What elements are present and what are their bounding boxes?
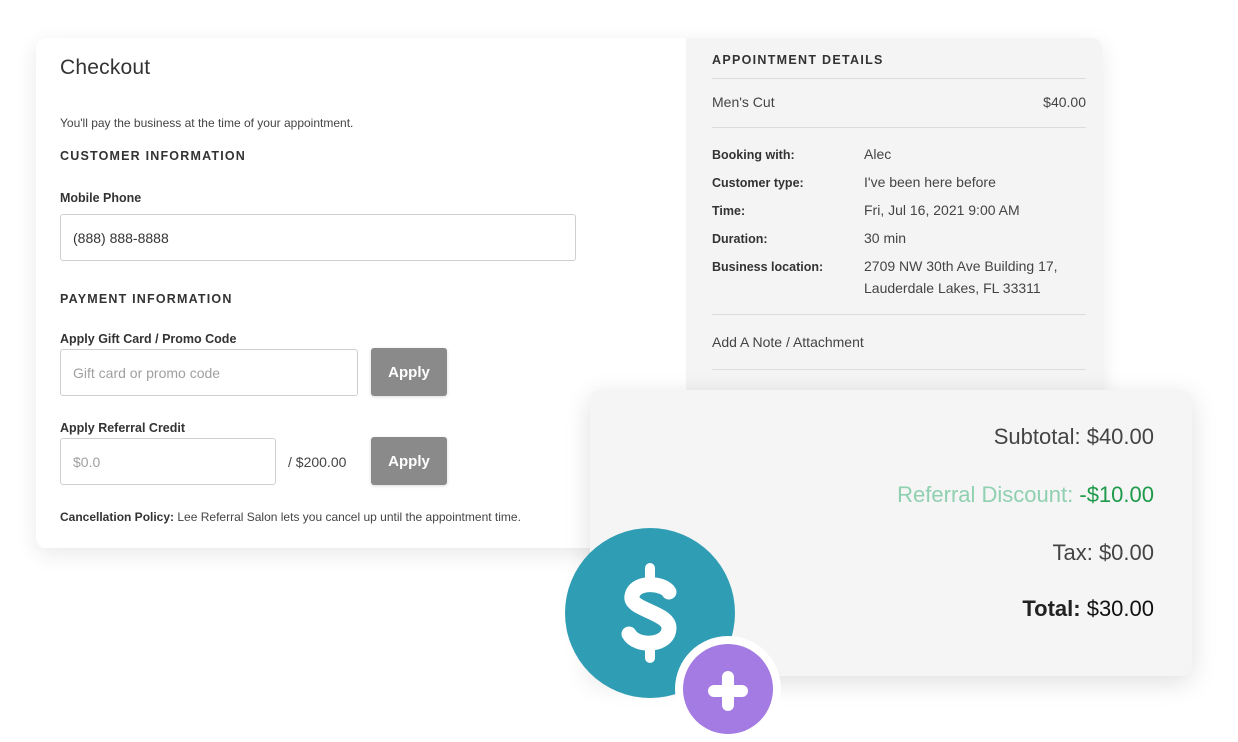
duration-label: Duration:: [712, 232, 768, 246]
gift-card-label: Apply Gift Card / Promo Code: [60, 332, 237, 346]
plus-badge: [675, 636, 781, 742]
add-note-link[interactable]: Add A Note / Attachment: [712, 334, 864, 350]
divider: [712, 369, 1086, 370]
booking-with-label: Booking with:: [712, 148, 795, 162]
discount-label: Referral Discount:: [897, 482, 1074, 507]
payment-info-heading: PAYMENT INFORMATION: [60, 292, 233, 306]
service-name: Men's Cut: [712, 94, 775, 110]
plus-icon: [708, 671, 748, 711]
subtotal-value: $40.00: [1086, 424, 1154, 449]
discount-value: -$10.00: [1079, 482, 1154, 507]
time-label: Time:: [712, 204, 746, 218]
discount-row: Referral Discount: -$10.00: [897, 482, 1154, 508]
total-value: $30.00: [1086, 596, 1154, 621]
apply-referral-button[interactable]: Apply: [371, 437, 447, 485]
mobile-phone-input[interactable]: (888) 888-8888: [60, 214, 576, 261]
subtotal-row: Subtotal: $40.00: [994, 424, 1154, 450]
customer-type-value: I've been here before: [864, 174, 996, 190]
referral-credit-input[interactable]: $0.0: [60, 438, 276, 485]
appointment-details-heading: APPOINTMENT DETAILS: [712, 53, 884, 67]
total-label: Total:: [1022, 596, 1081, 621]
divider: [712, 78, 1086, 79]
tax-value: $0.00: [1098, 540, 1154, 565]
apply-gift-card-button[interactable]: Apply: [371, 348, 447, 396]
referral-credit-label: Apply Referral Credit: [60, 421, 186, 435]
subtotal-label: Subtotal:: [993, 424, 1081, 449]
business-location-label: Business location:: [712, 260, 824, 274]
checkout-form: Checkout You'll pay the business at the …: [36, 38, 686, 548]
cancellation-policy-text: Lee Referral Salon lets you cancel up un…: [177, 510, 521, 524]
divider: [712, 127, 1086, 128]
divider: [712, 314, 1086, 315]
mobile-phone-label: Mobile Phone: [60, 191, 142, 205]
total-row: Total: $30.00: [1022, 596, 1154, 622]
gift-card-input[interactable]: Gift card or promo code: [60, 349, 358, 396]
cancellation-policy: Cancellation Policy: Lee Referral Salon …: [60, 510, 580, 525]
customer-type-label: Customer type:: [712, 176, 804, 190]
tax-label: Tax:: [1052, 540, 1093, 565]
payment-note: You'll pay the business at the time of y…: [60, 116, 354, 130]
referral-credit-max: / $200.00: [288, 454, 347, 470]
customer-info-heading: CUSTOMER INFORMATION: [60, 149, 247, 163]
tax-row: Tax: $0.00: [1052, 540, 1154, 566]
time-value: Fri, Jul 16, 2021 9:00 AM: [864, 202, 1020, 218]
booking-with-value: Alec: [864, 146, 892, 162]
cancellation-policy-label: Cancellation Policy:: [60, 510, 175, 524]
duration-value: 30 min: [864, 230, 907, 246]
business-location-line1: 2709 NW 30th Ave Building 17,: [864, 258, 1058, 274]
page-title: Checkout: [60, 56, 151, 79]
service-price: $40.00: [1043, 94, 1086, 110]
business-location-line2: Lauderdale Lakes, FL 33311: [864, 280, 1041, 296]
